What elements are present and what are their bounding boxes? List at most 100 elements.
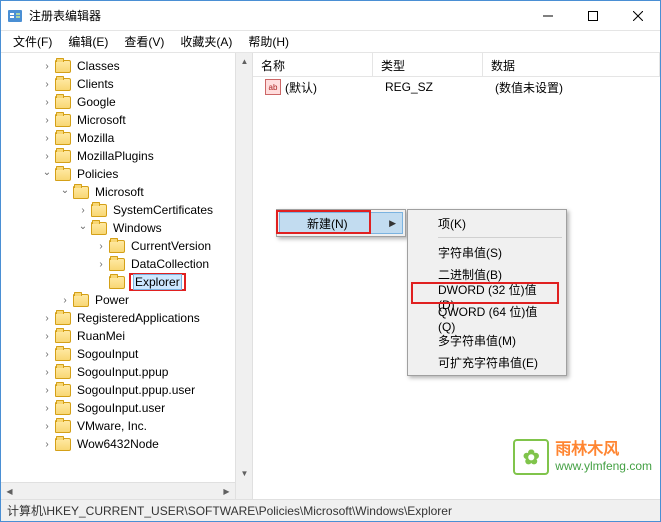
tree-item-label: MozillaPlugins <box>75 149 156 163</box>
submenu-arrow-icon: ▶ <box>389 218 396 229</box>
expand-icon[interactable]: › <box>95 258 107 270</box>
expand-icon[interactable]: › <box>41 132 53 144</box>
tree-item[interactable]: ›DataCollection <box>1 255 252 273</box>
menu-favorites[interactable]: 收藏夹(A) <box>172 31 240 52</box>
context-menu-item[interactable]: 可扩充字符串值(E) <box>410 351 564 373</box>
folder-icon <box>55 402 71 415</box>
menu-help[interactable]: 帮助(H) <box>240 31 297 52</box>
tree-item[interactable]: › SystemCertificates <box>1 201 252 219</box>
collapse-icon[interactable]: ⌄ <box>59 184 71 196</box>
tree-item[interactable]: › SogouInput.user <box>1 399 252 417</box>
folder-icon <box>55 348 71 361</box>
context-menu-item[interactable]: 多字符串值(M) <box>410 329 564 351</box>
tree-item[interactable]: ›RuanMei <box>1 327 252 345</box>
watermark: ✿ 雨林木风 www.ylmfeng.com <box>513 439 652 475</box>
expand-icon[interactable]: › <box>59 294 71 306</box>
collapse-icon[interactable]: ⌄ <box>41 166 53 178</box>
folder-icon <box>55 114 71 127</box>
expand-icon[interactable]: › <box>41 78 53 90</box>
folder-icon <box>55 132 71 145</box>
expand-icon[interactable]: › <box>41 96 53 108</box>
column-name[interactable]: 名称 <box>253 53 373 76</box>
context-menu: 新建(N) ▶ <box>276 209 406 237</box>
expand-icon[interactable]: › <box>41 60 53 72</box>
tree-vertical-scrollbar[interactable]: ▲ ▼ <box>235 53 252 499</box>
tree-item[interactable]: › CurrentVersion <box>1 237 252 255</box>
tree-item[interactable]: ›Google <box>1 93 252 111</box>
tree-item[interactable]: › RegisteredApplications <box>1 309 252 327</box>
folder-icon <box>55 384 71 397</box>
list-row[interactable]: ab (默认) REG_SZ (数值未设置) <box>253 77 660 97</box>
expand-icon[interactable]: › <box>77 204 89 216</box>
expand-icon[interactable]: › <box>95 240 107 252</box>
context-menu-new[interactable]: 新建(N) ▶ <box>279 212 403 234</box>
expand-icon[interactable]: › <box>41 114 53 126</box>
expand-icon[interactable]: › <box>41 312 53 324</box>
tree-item[interactable]: ›SogouInput.ppup.user <box>1 381 252 399</box>
tree-item[interactable]: ⌄Windows <box>1 219 252 237</box>
expand-icon[interactable]: › <box>41 366 53 378</box>
tree-item[interactable]: Explorer <box>1 273 252 291</box>
tree-item-label: Power <box>93 293 131 307</box>
column-data[interactable]: 数据 <box>483 53 660 76</box>
tree-item-label: Microsoft <box>93 185 146 199</box>
column-type[interactable]: 类型 <box>373 53 483 76</box>
tree-item-label: SystemCertificates <box>111 203 215 217</box>
context-menu-item[interactable]: QWORD (64 位)值(Q) <box>410 307 564 329</box>
value-name: (默认) <box>285 79 317 96</box>
tree-item-label: RegisteredApplications <box>75 311 202 325</box>
expand-icon[interactable]: › <box>41 384 53 396</box>
maximize-button[interactable] <box>570 1 615 31</box>
tree-item[interactable]: › MozillaPlugins <box>1 147 252 165</box>
tree-item[interactable]: ⌄Policies <box>1 165 252 183</box>
tree-item[interactable]: › Mozilla <box>1 129 252 147</box>
tree-item[interactable]: › VMware, Inc. <box>1 417 252 435</box>
menubar: 文件(F) 编辑(E) 查看(V) 收藏夹(A) 帮助(H) <box>1 31 660 53</box>
folder-icon <box>55 96 71 109</box>
scroll-down-icon[interactable]: ▼ <box>236 465 253 482</box>
folder-icon <box>109 258 125 271</box>
scroll-up-icon[interactable]: ▲ <box>236 53 253 70</box>
tree-item[interactable]: ›Microsoft <box>1 111 252 129</box>
context-menu-item[interactable]: 字符串值(S) <box>410 241 564 263</box>
folder-icon <box>73 294 89 307</box>
tree-item[interactable]: ›Wow6432Node <box>1 435 252 453</box>
value-data: (数值未设置) <box>487 79 571 96</box>
tree-item-label: SogouInput.user <box>75 401 167 415</box>
scroll-right-icon[interactable]: ▶ <box>218 483 235 499</box>
tree-item[interactable]: ›SogouInput.ppup <box>1 363 252 381</box>
folder-icon <box>55 438 71 451</box>
tree-item[interactable]: › Power <box>1 291 252 309</box>
tree-horizontal-scrollbar[interactable]: ◀ ▶ <box>1 482 235 499</box>
menu-separator <box>438 237 562 238</box>
expand-icon[interactable]: › <box>41 330 53 342</box>
tree-item-label: SogouInput <box>75 347 140 361</box>
regedit-icon <box>7 8 23 24</box>
folder-icon <box>55 312 71 325</box>
expand-icon[interactable]: › <box>41 420 53 432</box>
menu-file[interactable]: 文件(F) <box>5 31 60 52</box>
close-button[interactable] <box>615 1 660 31</box>
expand-icon[interactable]: › <box>41 402 53 414</box>
context-menu-item[interactable]: 项(K) <box>410 212 564 234</box>
expand-icon[interactable]: › <box>41 348 53 360</box>
tree-pane: ›Classes›Clients›Google›Microsoft›Mozill… <box>1 53 253 499</box>
tree-item[interactable]: ›Clients <box>1 75 252 93</box>
minimize-button[interactable] <box>525 1 570 31</box>
tree-item-label: Mozilla <box>75 131 116 145</box>
collapse-icon[interactable]: ⌄ <box>77 220 89 232</box>
menu-view[interactable]: 查看(V) <box>116 31 172 52</box>
folder-icon <box>55 78 71 91</box>
tree-item[interactable]: ⌄ Microsoft <box>1 183 252 201</box>
menu-edit[interactable]: 编辑(E) <box>60 31 116 52</box>
window-title: 注册表编辑器 <box>29 7 525 24</box>
tree-item[interactable]: › SogouInput <box>1 345 252 363</box>
expand-icon[interactable]: › <box>41 150 53 162</box>
expand-icon[interactable]: › <box>41 438 53 450</box>
tree-item-label: VMware, Inc. <box>75 419 149 433</box>
tree-item[interactable]: ›Classes <box>1 57 252 75</box>
scroll-left-icon[interactable]: ◀ <box>1 483 18 499</box>
tree-item-label: CurrentVersion <box>129 239 213 253</box>
folder-icon <box>55 420 71 433</box>
value-type: REG_SZ <box>377 80 487 94</box>
